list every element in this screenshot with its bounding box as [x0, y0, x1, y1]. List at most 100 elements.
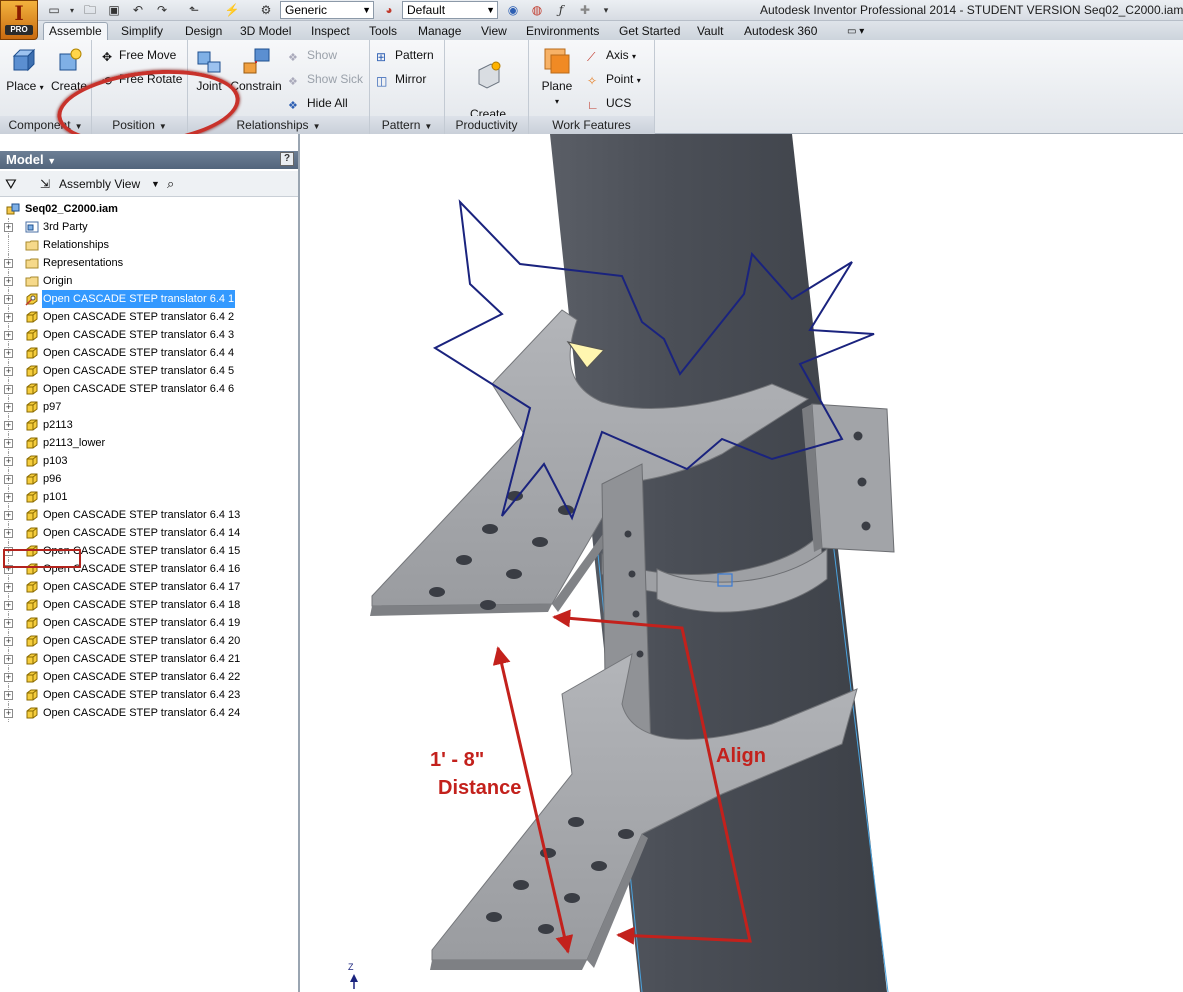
tree-node[interactable]: + Open CASCADE STEP translator 6.4 17	[0, 578, 298, 596]
tree-node[interactable]: + Open CASCADE STEP translator 6.4 4	[0, 344, 298, 362]
plane-button[interactable]: Plane ▾	[533, 46, 581, 107]
tab-assemble[interactable]: Assemble	[43, 22, 108, 40]
save-icon[interactable]: ▣	[106, 3, 122, 18]
expand-toggle-icon[interactable]: +	[4, 403, 13, 412]
expand-toggle-icon[interactable]: +	[4, 619, 13, 628]
view-dropdown-icon[interactable]: ▼	[151, 176, 160, 192]
point-button[interactable]: ✧ Point ▾	[587, 69, 641, 89]
assembly-view-combo[interactable]: Assembly View	[59, 176, 140, 192]
tab-inspect[interactable]: Inspect	[311, 23, 350, 40]
expand-toggle-icon[interactable]: +	[4, 223, 13, 232]
constrain-button[interactable]: Constrain	[228, 46, 284, 93]
tree-node[interactable]: + p101	[0, 488, 298, 506]
expand-toggle-icon[interactable]: +	[4, 349, 13, 358]
axis-button[interactable]: ⟋ Axis ▾	[587, 45, 636, 65]
tab-get-started[interactable]: Get Started	[619, 23, 680, 40]
mirror-button[interactable]: ◫ Mirror	[376, 69, 426, 89]
tree-node[interactable]: + Open CASCADE STEP translator 6.4 18	[0, 596, 298, 614]
return-icon[interactable]: ⬑	[186, 3, 202, 18]
expand-toggle-icon[interactable]: +	[4, 259, 13, 268]
expand-toggle-icon[interactable]: +	[4, 457, 13, 466]
tree-node[interactable]: +3rd Party	[0, 218, 298, 236]
tree-node[interactable]: + p96	[0, 470, 298, 488]
tab-design[interactable]: Design	[185, 23, 222, 40]
expand-toggle-icon[interactable]: +	[4, 475, 13, 484]
hide-all-button[interactable]: ❖ Hide All	[288, 93, 348, 113]
tree-node[interactable]: + p97	[0, 398, 298, 416]
expand-toggle-icon[interactable]: +	[4, 601, 13, 610]
panel-pattern-title[interactable]: Pattern ▼	[370, 116, 444, 134]
filter-icon[interactable]: ⛛	[5, 176, 17, 192]
place-button[interactable]: Place ▾	[4, 46, 46, 93]
tree-node[interactable]: + Open CASCADE STEP translator 6.4 13	[0, 506, 298, 524]
pattern-button[interactable]: ⊞ Pattern	[376, 45, 434, 65]
tree-node[interactable]: + Open CASCADE STEP translator 6.4 2	[0, 308, 298, 326]
new-icon[interactable]: ▭	[46, 3, 62, 18]
expand-toggle-icon[interactable]: +	[4, 529, 13, 538]
expand-toggle-icon[interactable]: +	[4, 313, 13, 322]
tree-node[interactable]: + Representations	[0, 254, 298, 272]
expand-toggle-icon[interactable]: +	[4, 511, 13, 520]
tree-node[interactable]: + Open CASCADE STEP translator 6.4 6	[0, 380, 298, 398]
undo-icon[interactable]: ↶	[130, 3, 146, 18]
appearance-combo[interactable]: Default ▼	[402, 1, 498, 19]
tree-node[interactable]: + Open CASCADE STEP translator 6.4 24	[0, 704, 298, 722]
tab-autodesk-360[interactable]: Autodesk 360	[744, 23, 817, 40]
expand-toggle-icon[interactable]: +	[4, 439, 13, 448]
tab-3d-model[interactable]: 3D Model	[240, 23, 291, 40]
tab-manage[interactable]: Manage	[418, 23, 461, 40]
tab-view[interactable]: View	[481, 23, 507, 40]
clear-appearance-icon[interactable]: ◍	[529, 3, 545, 18]
tree-node[interactable]: + Open CASCADE STEP translator 6.4 23	[0, 686, 298, 704]
update-icon[interactable]: ⚡	[224, 3, 240, 18]
tree-node[interactable]: + p103	[0, 452, 298, 470]
expand-toggle-icon[interactable]: +	[4, 493, 13, 502]
tree-node[interactable]: + p2113_lower	[0, 434, 298, 452]
expand-toggle-icon[interactable]: +	[4, 385, 13, 394]
new-dropdown-icon[interactable]: ▾	[64, 3, 80, 18]
tree-node[interactable]: + Origin	[0, 272, 298, 290]
tree-node[interactable]: + Open CASCADE STEP translator 6.4 5	[0, 362, 298, 380]
color-wheel-icon[interactable]: ◕	[381, 3, 397, 18]
tree-node[interactable]: + Open CASCADE STEP translator 6.4 20	[0, 632, 298, 650]
expand-toggle-icon[interactable]: +	[4, 655, 13, 664]
customize-icon[interactable]: ▾	[598, 3, 614, 18]
tree-node[interactable]: + Open CASCADE STEP translator 6.4 1	[0, 290, 298, 308]
appearance-override-icon[interactable]: ◉	[505, 3, 521, 18]
ucs-button[interactable]: ∟ UCS	[587, 93, 631, 113]
tree-root[interactable]: Seq02_C2000.iam	[0, 200, 298, 218]
tab-environments[interactable]: Environments	[526, 23, 599, 40]
show-button[interactable]: ❖ Show	[288, 45, 337, 65]
tree-node[interactable]: + Open CASCADE STEP translator 6.4 21	[0, 650, 298, 668]
tree-node[interactable]: + Open CASCADE STEP translator 6.4 19	[0, 614, 298, 632]
graphics-viewport[interactable]: 1' - 8" Distance Align Z	[302, 134, 1183, 992]
expand-toggle-icon[interactable]: +	[4, 421, 13, 430]
tab-vault[interactable]: Vault	[697, 23, 723, 40]
show-sick-button[interactable]: ❖ Show Sick	[288, 69, 363, 89]
tab-simplify[interactable]: Simplify	[121, 23, 163, 40]
help-icon[interactable]: ?	[280, 152, 294, 166]
free-move-button[interactable]: ✥ Free Move	[100, 45, 176, 65]
tab-tools[interactable]: Tools	[369, 23, 397, 40]
tree-node[interactable]: Relationships	[0, 236, 298, 254]
open-icon[interactable]: 🗀	[82, 3, 98, 18]
expand-toggle-icon[interactable]: +	[4, 583, 13, 592]
assembly-view-icon[interactable]: ⇲	[40, 176, 50, 192]
fx-icon[interactable]: ƒ	[553, 3, 569, 18]
project-icon[interactable]: ⚙	[258, 3, 274, 18]
redo-icon[interactable]: ↷	[154, 3, 170, 18]
material-combo[interactable]: Generic ▼	[280, 1, 374, 19]
tree-node[interactable]: + Open CASCADE STEP translator 6.4 22	[0, 668, 298, 686]
expand-toggle-icon[interactable]: +	[4, 277, 13, 286]
browser-header[interactable]: Model ▼ ?	[0, 151, 298, 169]
expand-toggle-icon[interactable]: +	[4, 367, 13, 376]
plus-icon[interactable]: ✚	[577, 3, 593, 18]
ribbon-minimize-icon[interactable]: ▭ ▾	[847, 23, 864, 40]
expand-toggle-icon[interactable]: +	[4, 673, 13, 682]
application-menu-button[interactable]: I PRO	[0, 0, 38, 40]
tree-node[interactable]: + p2113	[0, 416, 298, 434]
tree-node[interactable]: + Open CASCADE STEP translator 6.4 3	[0, 326, 298, 344]
expand-toggle-icon[interactable]: +	[4, 709, 13, 718]
tree-node[interactable]: + Open CASCADE STEP translator 6.4 14	[0, 524, 298, 542]
expand-toggle-icon[interactable]: +	[4, 295, 13, 304]
